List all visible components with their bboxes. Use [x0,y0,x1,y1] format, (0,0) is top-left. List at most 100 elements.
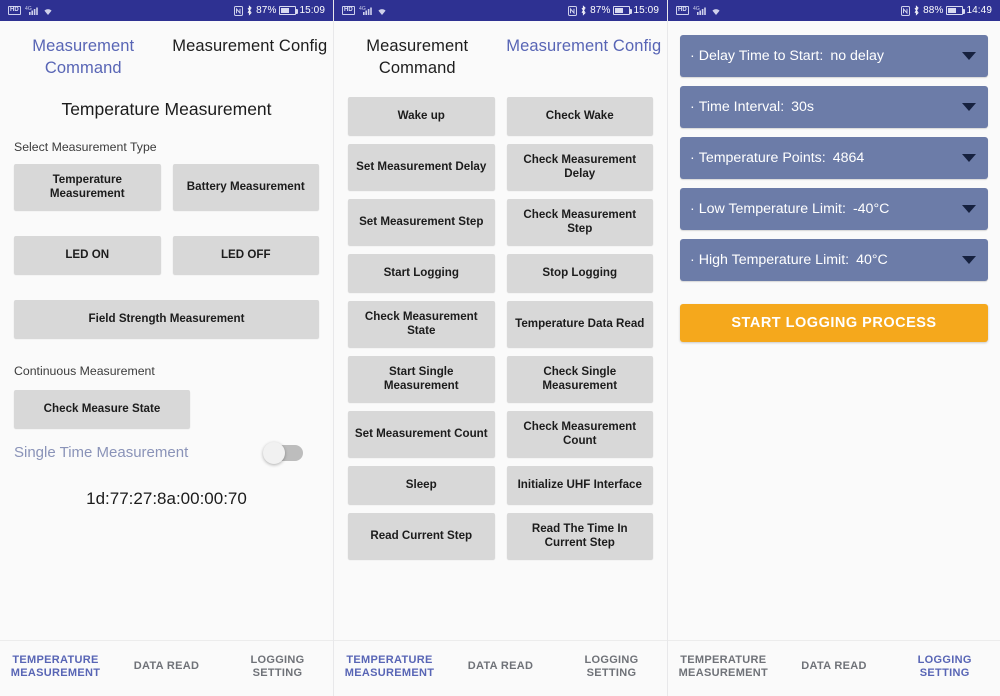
screen-logging-setting: HD 4G 88% 14:49 · Delay Time to Start: no … [668,0,1000,696]
check-single-measurement-button[interactable]: Check Single Measurement [506,356,653,402]
tab-measurement-command[interactable]: Measurement Command [0,31,167,87]
led-control-row: LED ON LED OFF [14,236,319,274]
bottom-nav: TEMPERATURE MEASUREMENT DATA READ LOGGIN… [0,640,333,696]
low-temperature-limit-dropdown[interactable]: · Low Temperature Limit: -40°C [680,188,988,230]
led-off-button[interactable]: LED OFF [172,236,319,274]
svg-text:4G: 4G [693,6,700,12]
wake-up-button[interactable]: Wake up [348,97,495,135]
bullet-icon: · [690,201,695,217]
check-measure-state-button[interactable]: Check Measure State [14,390,190,428]
chevron-down-icon [962,154,976,162]
check-measurement-step-button[interactable]: Check Measurement Step [506,199,653,245]
bluetooth-icon [247,5,252,16]
tag-id-text: 1d:77:27:8a:00:00:70 [86,489,247,508]
svg-text:4G: 4G [359,6,366,12]
status-bar-left-icons: HD 4G [8,5,54,16]
high-temperature-limit-dropdown[interactable]: · High Temperature Limit: 40°C [680,239,988,281]
battery-icon [946,6,966,15]
set-measurement-count-button[interactable]: Set Measurement Count [348,411,495,457]
status-bar-right-icons: 87% 15:09 [234,5,325,16]
temperature-points-label: Temperature Points: [698,150,826,166]
high-temperature-limit-value: 40°C [856,252,888,268]
select-measurement-type-label: Select Measurement Type [14,140,157,154]
bottom-nav-logging-setting[interactable]: LOGGING SETTING [889,654,1000,680]
read-time-in-current-step-button[interactable]: Read The Time In Current Step [506,513,653,559]
led-on-button[interactable]: LED ON [14,236,161,274]
temperature-data-read-button[interactable]: Temperature Data Read [506,301,653,347]
hd-icon: HD [676,6,689,15]
delay-time-to-start-dropdown[interactable]: · Delay Time to Start: no delay [680,35,988,77]
low-temperature-limit-value: -40°C [852,201,890,217]
bottom-nav-logging-setting[interactable]: LOGGING SETTING [222,654,333,680]
single-time-measurement-toggle[interactable] [263,441,303,464]
nfc-icon [234,5,244,16]
start-single-measurement-button[interactable]: Start Single Measurement [348,356,495,402]
svg-text:4G: 4G [25,6,32,12]
battery-icon [613,6,633,15]
measurement-type-row: Temperature Measurement Battery Measurem… [14,164,319,210]
clock: 15:09 [633,5,659,16]
chevron-down-icon [962,256,976,264]
status-bar-left-icons: HD 4G [342,5,388,16]
battery-percent: 87% [256,5,277,16]
set-measurement-step-button[interactable]: Set Measurement Step [348,199,495,245]
check-measurement-state-button[interactable]: Check Measurement State [348,301,495,347]
bottom-nav-logging-setting[interactable]: LOGGING SETTING [556,654,667,680]
start-logging-button[interactable]: Start Logging [348,254,495,292]
bottom-nav-temperature-measurement[interactable]: TEMPERATURE MEASUREMENT [668,654,779,680]
time-interval-dropdown[interactable]: · Time Interval: 30s [680,86,988,128]
status-bar-left-icons: HD 4G [676,5,722,16]
hd-icon: HD [342,6,355,15]
bottom-nav-data-read[interactable]: DATA READ [111,660,222,673]
screenshot-root: HD 4G 87% 15:09 Measurement Command Meas… [0,0,1000,696]
temperature-measurement-button[interactable]: Temperature Measurement [14,164,161,210]
battery-percent: 87% [590,5,611,16]
toggle-knob [263,441,285,464]
temperature-points-dropdown[interactable]: · Temperature Points: 4864 [680,137,988,179]
check-wake-button[interactable]: Check Wake [506,97,653,135]
screen1-content: Temperature Measurement Select Measureme… [0,87,333,640]
bottom-nav-temperature-measurement[interactable]: TEMPERATURE MEASUREMENT [334,654,445,680]
temperature-points-value: 4864 [832,150,865,166]
low-temperature-limit-label: Low Temperature Limit: [698,201,846,217]
bottom-nav-temperature-measurement[interactable]: TEMPERATURE MEASUREMENT [0,654,111,680]
tab-measurement-config[interactable]: Measurement Config [501,31,668,87]
tab-measurement-command[interactable]: Measurement Command [334,31,501,87]
high-temperature-limit-text: · High Temperature Limit: 40°C [690,252,888,268]
bottom-nav-data-read[interactable]: DATA READ [445,660,556,673]
battery-measurement-button[interactable]: Battery Measurement [172,164,319,210]
bottom-nav: TEMPERATURE MEASUREMENT DATA READ LOGGIN… [668,640,1000,696]
initialize-uhf-interface-button[interactable]: Initialize UHF Interface [506,466,653,504]
battery-icon [279,6,299,15]
top-tab-bar: Measurement Command Measurement Config [0,21,333,87]
field-strength-row: Field Strength Measurement [14,300,319,338]
delay-time-to-start-value: no delay [830,48,884,64]
status-bar-right-icons: 87% 15:09 [568,5,659,16]
nfc-icon [568,5,578,16]
logging-settings-list: · Delay Time to Start: no delay · Time Inte… [668,21,1000,342]
clock: 15:09 [299,5,325,16]
status-bar: HD 4G 87% 15:09 [334,0,667,21]
bottom-nav-data-read[interactable]: DATA READ [779,660,890,673]
screen-measurement-command: HD 4G 87% 15:09 Measurement Command Meas… [0,0,334,696]
bluetooth-icon [914,5,919,16]
set-measurement-delay-button[interactable]: Set Measurement Delay [348,144,495,190]
start-logging-process-button[interactable]: START LOGGING PROCESS [680,304,988,342]
read-current-step-button[interactable]: Read Current Step [348,513,495,559]
hd-icon: HD [8,6,21,15]
wifi-icon [44,8,52,15]
chevron-down-icon [962,103,976,111]
field-strength-measurement-button[interactable]: Field Strength Measurement [14,300,319,338]
tab-measurement-config[interactable]: Measurement Config [167,31,334,87]
delay-time-to-start-label: Delay Time to Start: [698,48,824,64]
signal-icon: 4G [693,6,706,15]
sleep-button[interactable]: Sleep [348,466,495,504]
screen3-content: · Delay Time to Start: no delay · Time Inte… [668,21,1000,640]
stop-logging-button[interactable]: Stop Logging [506,254,653,292]
signal-icon: 4G [359,6,372,15]
check-measurement-delay-button[interactable]: Check Measurement Delay [506,144,653,190]
check-measurement-count-button[interactable]: Check Measurement Count [506,411,653,457]
continuous-measurement-label: Continuous Measurement [14,364,155,378]
delay-time-to-start-text: · Delay Time to Start: no delay [690,48,884,64]
high-temperature-limit-label: High Temperature Limit: [698,252,850,268]
